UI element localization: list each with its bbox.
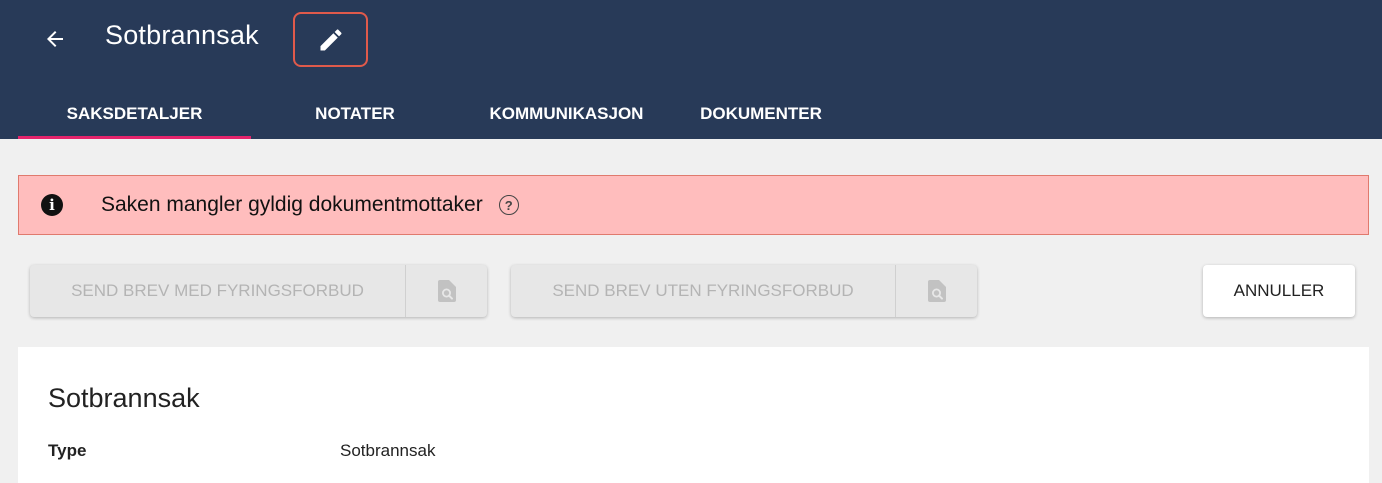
card-title: Sotbrannsak — [48, 383, 200, 413]
tab-kommunikasjon[interactable]: KOMMUNIKASJON — [459, 88, 674, 139]
error-alert: i Saken mangler gyldig dokumentmottaker … — [18, 175, 1369, 235]
preview-without-ban-button[interactable] — [896, 265, 977, 317]
edit-title-button[interactable] — [293, 12, 368, 67]
alert-message: Saken mangler gyldig dokumentmottaker — [101, 193, 483, 216]
tab-bar: SAKSDETALJER NOTATER KOMMUNIKASJON DOKUM… — [18, 88, 848, 139]
back-button[interactable] — [38, 22, 72, 56]
send-with-ban-split-button: SEND BREV MED FYRINGSFORBUD — [30, 265, 487, 317]
case-details-card: Sotbrannsak Type Sotbrannsak — [18, 347, 1369, 483]
tab-saksdetaljer[interactable]: SAKSDETALJER — [18, 88, 251, 139]
page-title: Sotbrannsak — [105, 20, 259, 50]
arrow-left-icon — [47, 31, 63, 47]
tab-notater[interactable]: NOTATER — [251, 88, 459, 139]
document-search-icon — [437, 280, 456, 302]
cancel-button[interactable]: ANNULLER — [1203, 265, 1355, 317]
info-icon: i — [41, 194, 63, 216]
send-without-ban-button[interactable]: SEND BREV UTEN FYRINGSFORBUD — [511, 265, 896, 317]
send-without-ban-split-button: SEND BREV UTEN FYRINGSFORBUD — [511, 265, 977, 317]
type-value: Sotbrannsak — [340, 441, 436, 460]
type-label: Type — [48, 441, 87, 460]
pencil-icon — [320, 28, 342, 50]
preview-with-ban-button[interactable] — [406, 265, 487, 317]
send-with-ban-button[interactable]: SEND BREV MED FYRINGSFORBUD — [30, 265, 406, 317]
document-search-icon — [927, 280, 946, 302]
app-bar: Sotbrannsak SAKSDETALJER NOTATER KOMMUNI… — [0, 0, 1382, 139]
help-circle-icon[interactable]: ? — [498, 195, 519, 215]
tab-dokumenter[interactable]: DOKUMENTER — [674, 88, 848, 139]
